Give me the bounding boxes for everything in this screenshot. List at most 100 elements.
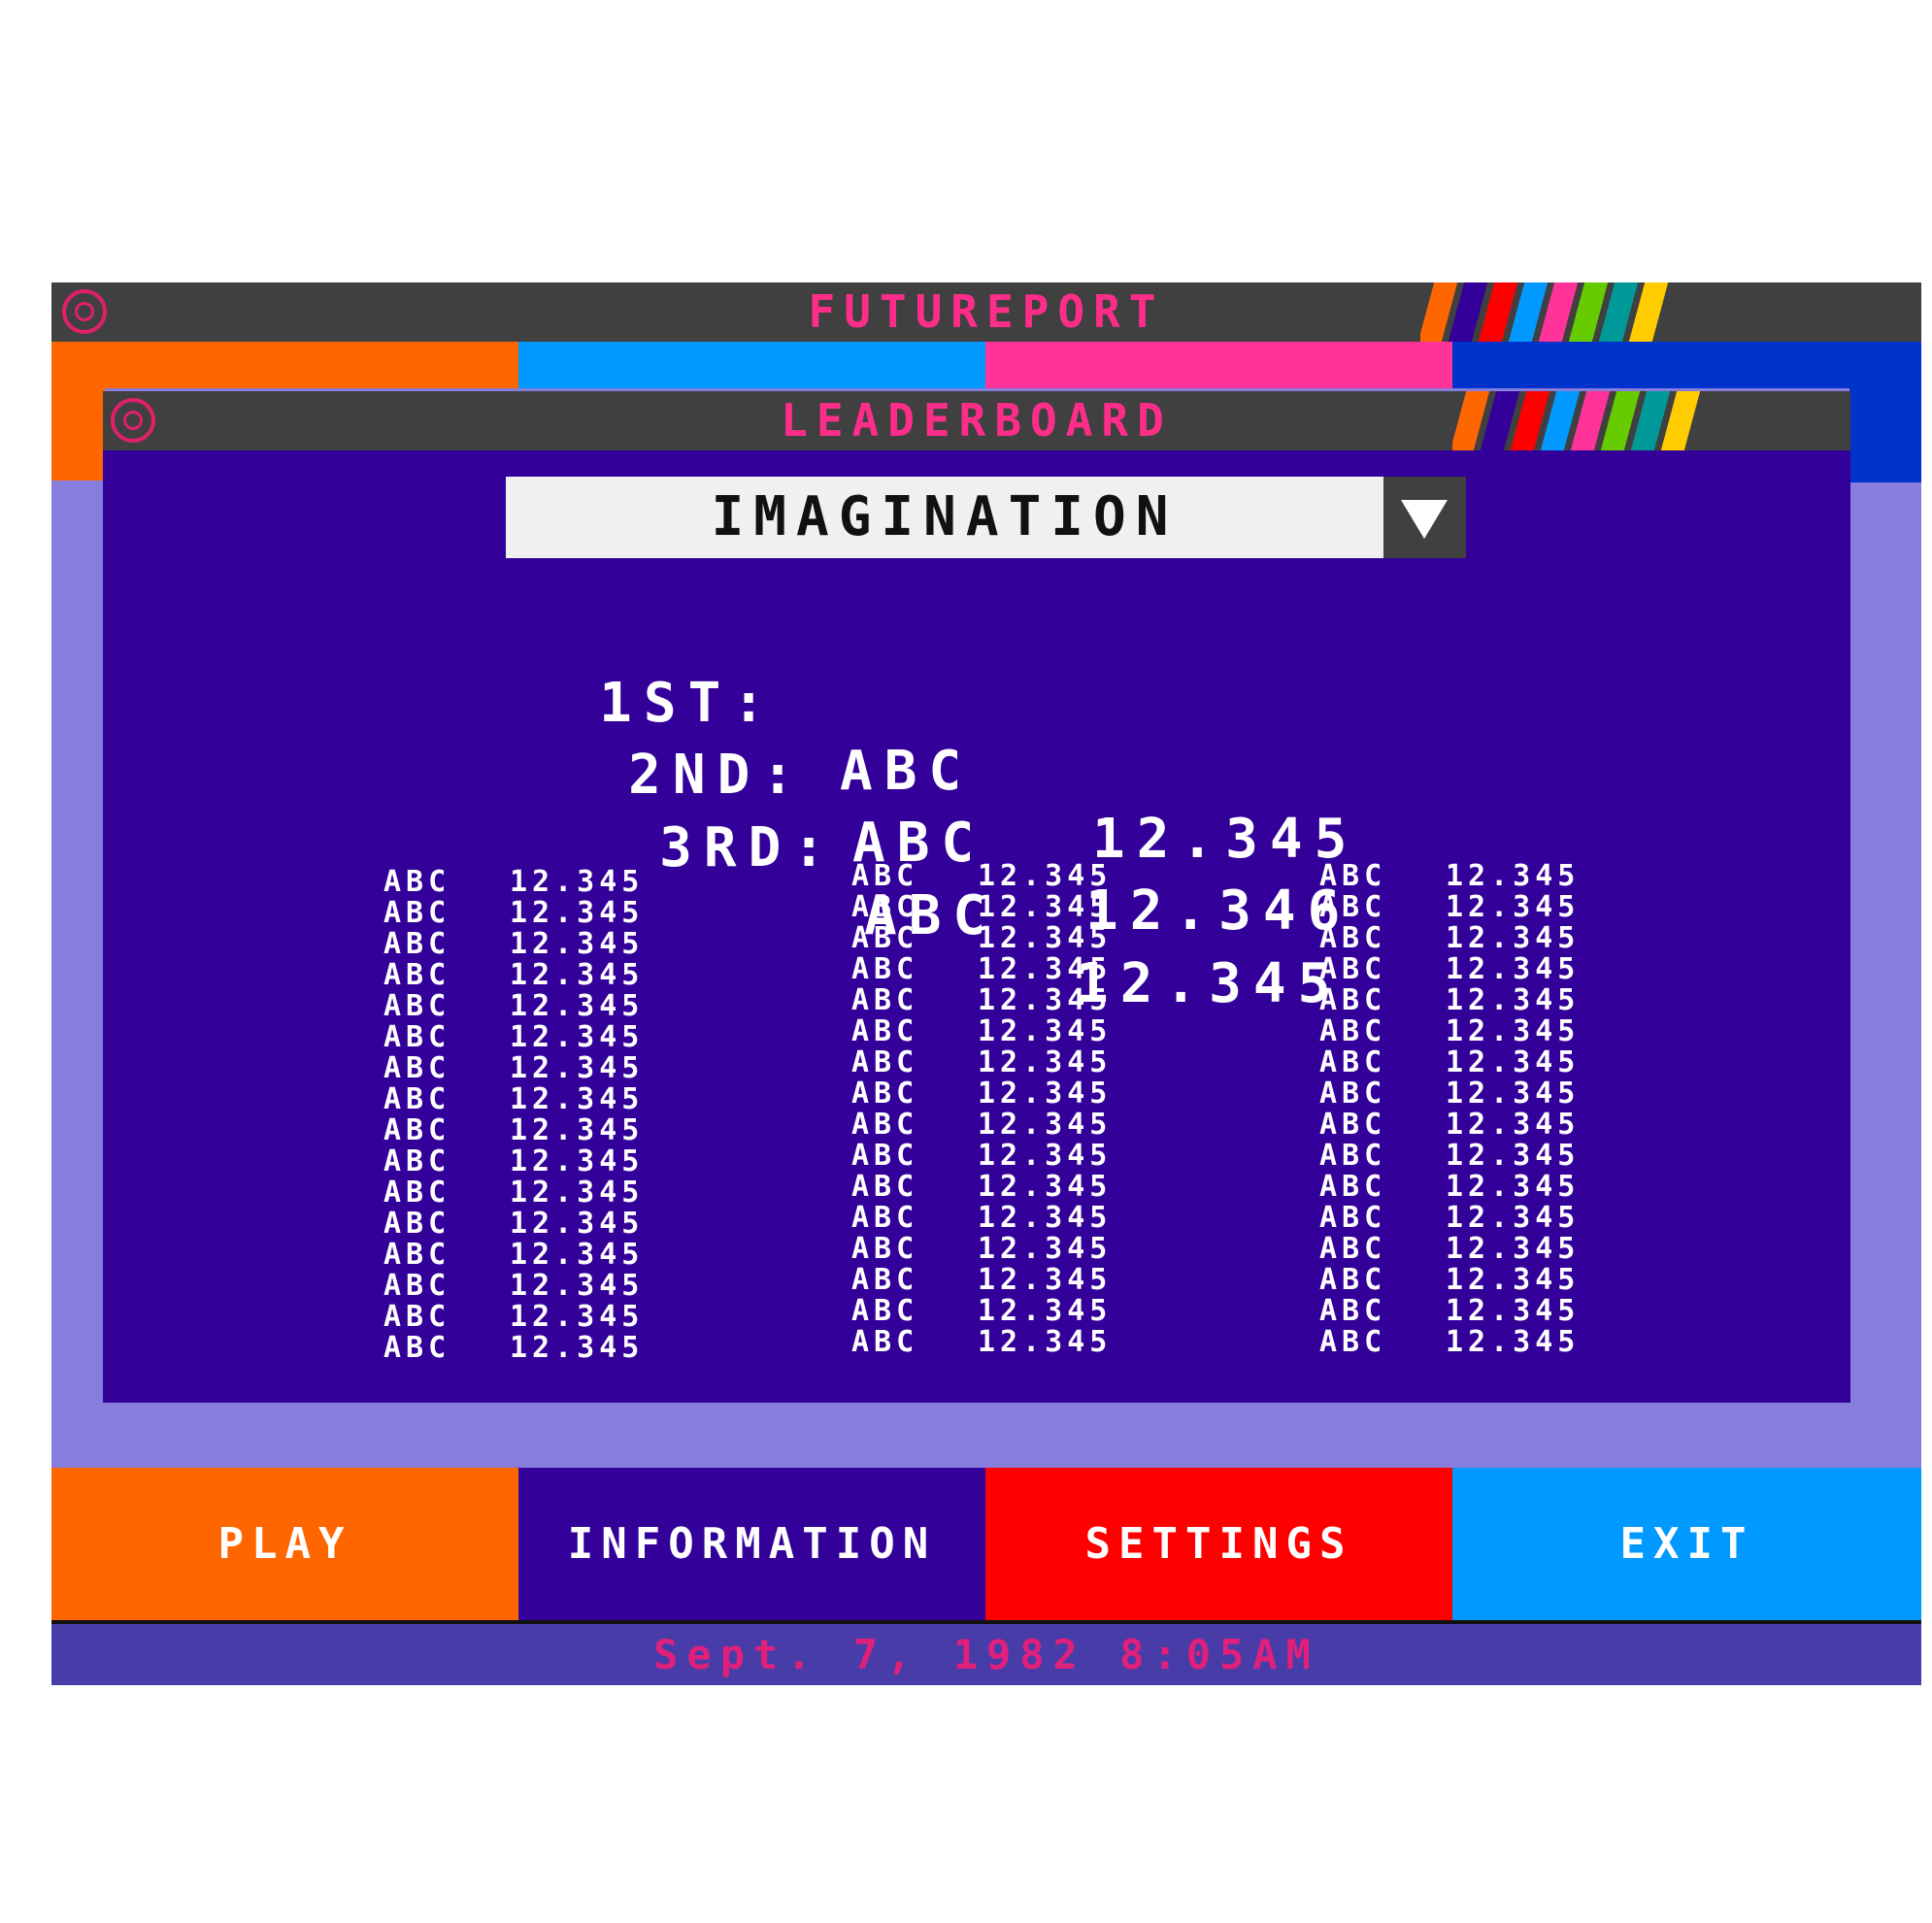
- score-row-value: 12.345: [510, 927, 645, 961]
- score-row-name: ABC: [383, 896, 451, 930]
- score-row-name: ABC: [851, 1170, 919, 1204]
- band-cyan: [518, 342, 985, 388]
- score-row-value: 12.345: [1446, 1014, 1581, 1048]
- score-row-value: 12.345: [1446, 1170, 1581, 1204]
- score-row-value: 12.345: [1446, 859, 1581, 893]
- score-row-name: ABC: [1319, 1201, 1387, 1235]
- settings-button[interactable]: SETTINGS: [985, 1468, 1452, 1620]
- score-row-name: ABC: [383, 865, 451, 899]
- score-row-value: 12.345: [978, 1294, 1113, 1328]
- bottom-nav: PLAY INFORMATION SETTINGS EXIT: [51, 1468, 1921, 1620]
- score-row-name: ABC: [851, 1045, 919, 1079]
- podium-score: 12.346: [1085, 879, 1352, 943]
- score-row-name: ABC: [1319, 859, 1387, 893]
- score-row-name: ABC: [383, 1020, 451, 1054]
- score-row-value: 12.345: [978, 921, 1113, 955]
- score-row-value: 12.345: [510, 1269, 645, 1303]
- score-row-value: 12.345: [1446, 983, 1581, 1017]
- score-row-name: ABC: [851, 1014, 919, 1048]
- score-row-value: 12.345: [510, 1207, 645, 1241]
- score-row-name: ABC: [1319, 1263, 1387, 1297]
- exit-button[interactable]: EXIT: [1452, 1468, 1921, 1620]
- score-row-name: ABC: [383, 1176, 451, 1210]
- score-row-name: ABC: [1319, 1139, 1387, 1173]
- score-row-value: 12.345: [978, 1325, 1113, 1359]
- score-row-name: ABC: [383, 1331, 451, 1365]
- score-row-name: ABC: [851, 952, 919, 986]
- score-row-value: 12.345: [510, 1051, 645, 1085]
- leaderboard-titlebar[interactable]: LEADERBOARD: [103, 391, 1850, 450]
- score-row-name: ABC: [1319, 1325, 1387, 1359]
- score-row-value: 12.345: [1446, 1232, 1581, 1266]
- score-row-name: ABC: [383, 1113, 451, 1147]
- score-row-value: 12.345: [978, 983, 1113, 1017]
- score-row-value: 12.345: [510, 958, 645, 992]
- dropdown-toggle-button[interactable]: [1383, 477, 1466, 558]
- score-row-value: 12.345: [978, 1014, 1113, 1048]
- score-row-name: ABC: [1319, 952, 1387, 986]
- podium-row-2: 2ND: ABC 12.346: [583, 674, 1456, 943]
- play-button[interactable]: PLAY: [51, 1468, 518, 1620]
- score-row-name: ABC: [851, 1108, 919, 1142]
- score-row-value: 12.345: [510, 989, 645, 1023]
- score-row-name: ABC: [383, 927, 451, 961]
- score-row-name: ABC: [1319, 1294, 1387, 1328]
- score-row-value: 12.345: [978, 1232, 1113, 1266]
- score-row-name: ABC: [851, 1139, 919, 1173]
- score-row-value: 12.345: [510, 1144, 645, 1178]
- score-row-value: 12.345: [510, 865, 645, 899]
- score-row-value: 12.345: [1446, 1294, 1581, 1328]
- score-row-value: 12.345: [510, 1238, 645, 1272]
- band-blue: [1452, 342, 1921, 388]
- podium-row-1: 1ST: ABC 12.345: [583, 602, 1456, 871]
- status-bar: Sept. 7, 1982 8:05AM: [51, 1624, 1921, 1685]
- score-row-name: ABC: [851, 921, 919, 955]
- score-row-value: 12.345: [510, 1331, 645, 1365]
- score-row-name: ABC: [851, 1077, 919, 1111]
- score-row-value: 12.345: [510, 1113, 645, 1147]
- outer-titlebar: FUTUREPORT: [51, 282, 1921, 342]
- rainbow-stripes: [1420, 282, 1755, 342]
- score-row-name: ABC: [1319, 1077, 1387, 1111]
- score-row-name: ABC: [1319, 890, 1387, 924]
- score-row-value: 12.345: [1446, 921, 1581, 955]
- score-row-value: 12.345: [1446, 952, 1581, 986]
- score-row-value: 12.345: [978, 1170, 1113, 1204]
- score-row-value: 12.345: [978, 1045, 1113, 1079]
- score-row-value: 12.345: [510, 1300, 645, 1334]
- score-row-name: ABC: [383, 1300, 451, 1334]
- score-row-value: 12.345: [978, 1108, 1113, 1142]
- score-row-name: ABC: [383, 1082, 451, 1116]
- score-row-value: 12.345: [978, 1139, 1113, 1173]
- score-row-name: ABC: [851, 1325, 919, 1359]
- score-row-name: ABC: [383, 1269, 451, 1303]
- score-row-value: 12.345: [978, 1201, 1113, 1235]
- color-band: [51, 342, 1921, 388]
- score-row-name: ABC: [383, 1207, 451, 1241]
- score-row-name: ABC: [851, 983, 919, 1017]
- score-row-name: ABC: [851, 859, 919, 893]
- score-row-value: 12.345: [510, 1176, 645, 1210]
- podium-row-3: 3RD: ABC 12.345: [583, 746, 1456, 1015]
- score-row-value: 12.345: [978, 952, 1113, 986]
- score-row-name: ABC: [851, 890, 919, 924]
- rainbow-stripes: [1452, 391, 1850, 450]
- score-row-name: ABC: [851, 1201, 919, 1235]
- score-row-value: 12.345: [978, 890, 1113, 924]
- outer-blue-edge: [1849, 388, 1921, 482]
- score-row-value: 12.345: [510, 1020, 645, 1054]
- information-button[interactable]: INFORMATION: [518, 1468, 985, 1620]
- score-row-value: 12.345: [978, 859, 1113, 893]
- triangle-down-icon: [1401, 500, 1448, 539]
- score-row-value: 12.345: [1446, 1077, 1581, 1111]
- score-row-name: ABC: [1319, 983, 1387, 1017]
- category-dropdown[interactable]: IMAGINATION: [506, 477, 1466, 558]
- category-selected-value[interactable]: IMAGINATION: [506, 477, 1383, 558]
- score-row-name: ABC: [383, 1144, 451, 1178]
- score-row-name: ABC: [851, 1263, 919, 1297]
- podium-score: 12.345: [1076, 952, 1343, 1015]
- band-orange: [51, 342, 518, 388]
- score-row-name: ABC: [1319, 921, 1387, 955]
- score-row-name: ABC: [1319, 1108, 1387, 1142]
- score-row-name: ABC: [851, 1294, 919, 1328]
